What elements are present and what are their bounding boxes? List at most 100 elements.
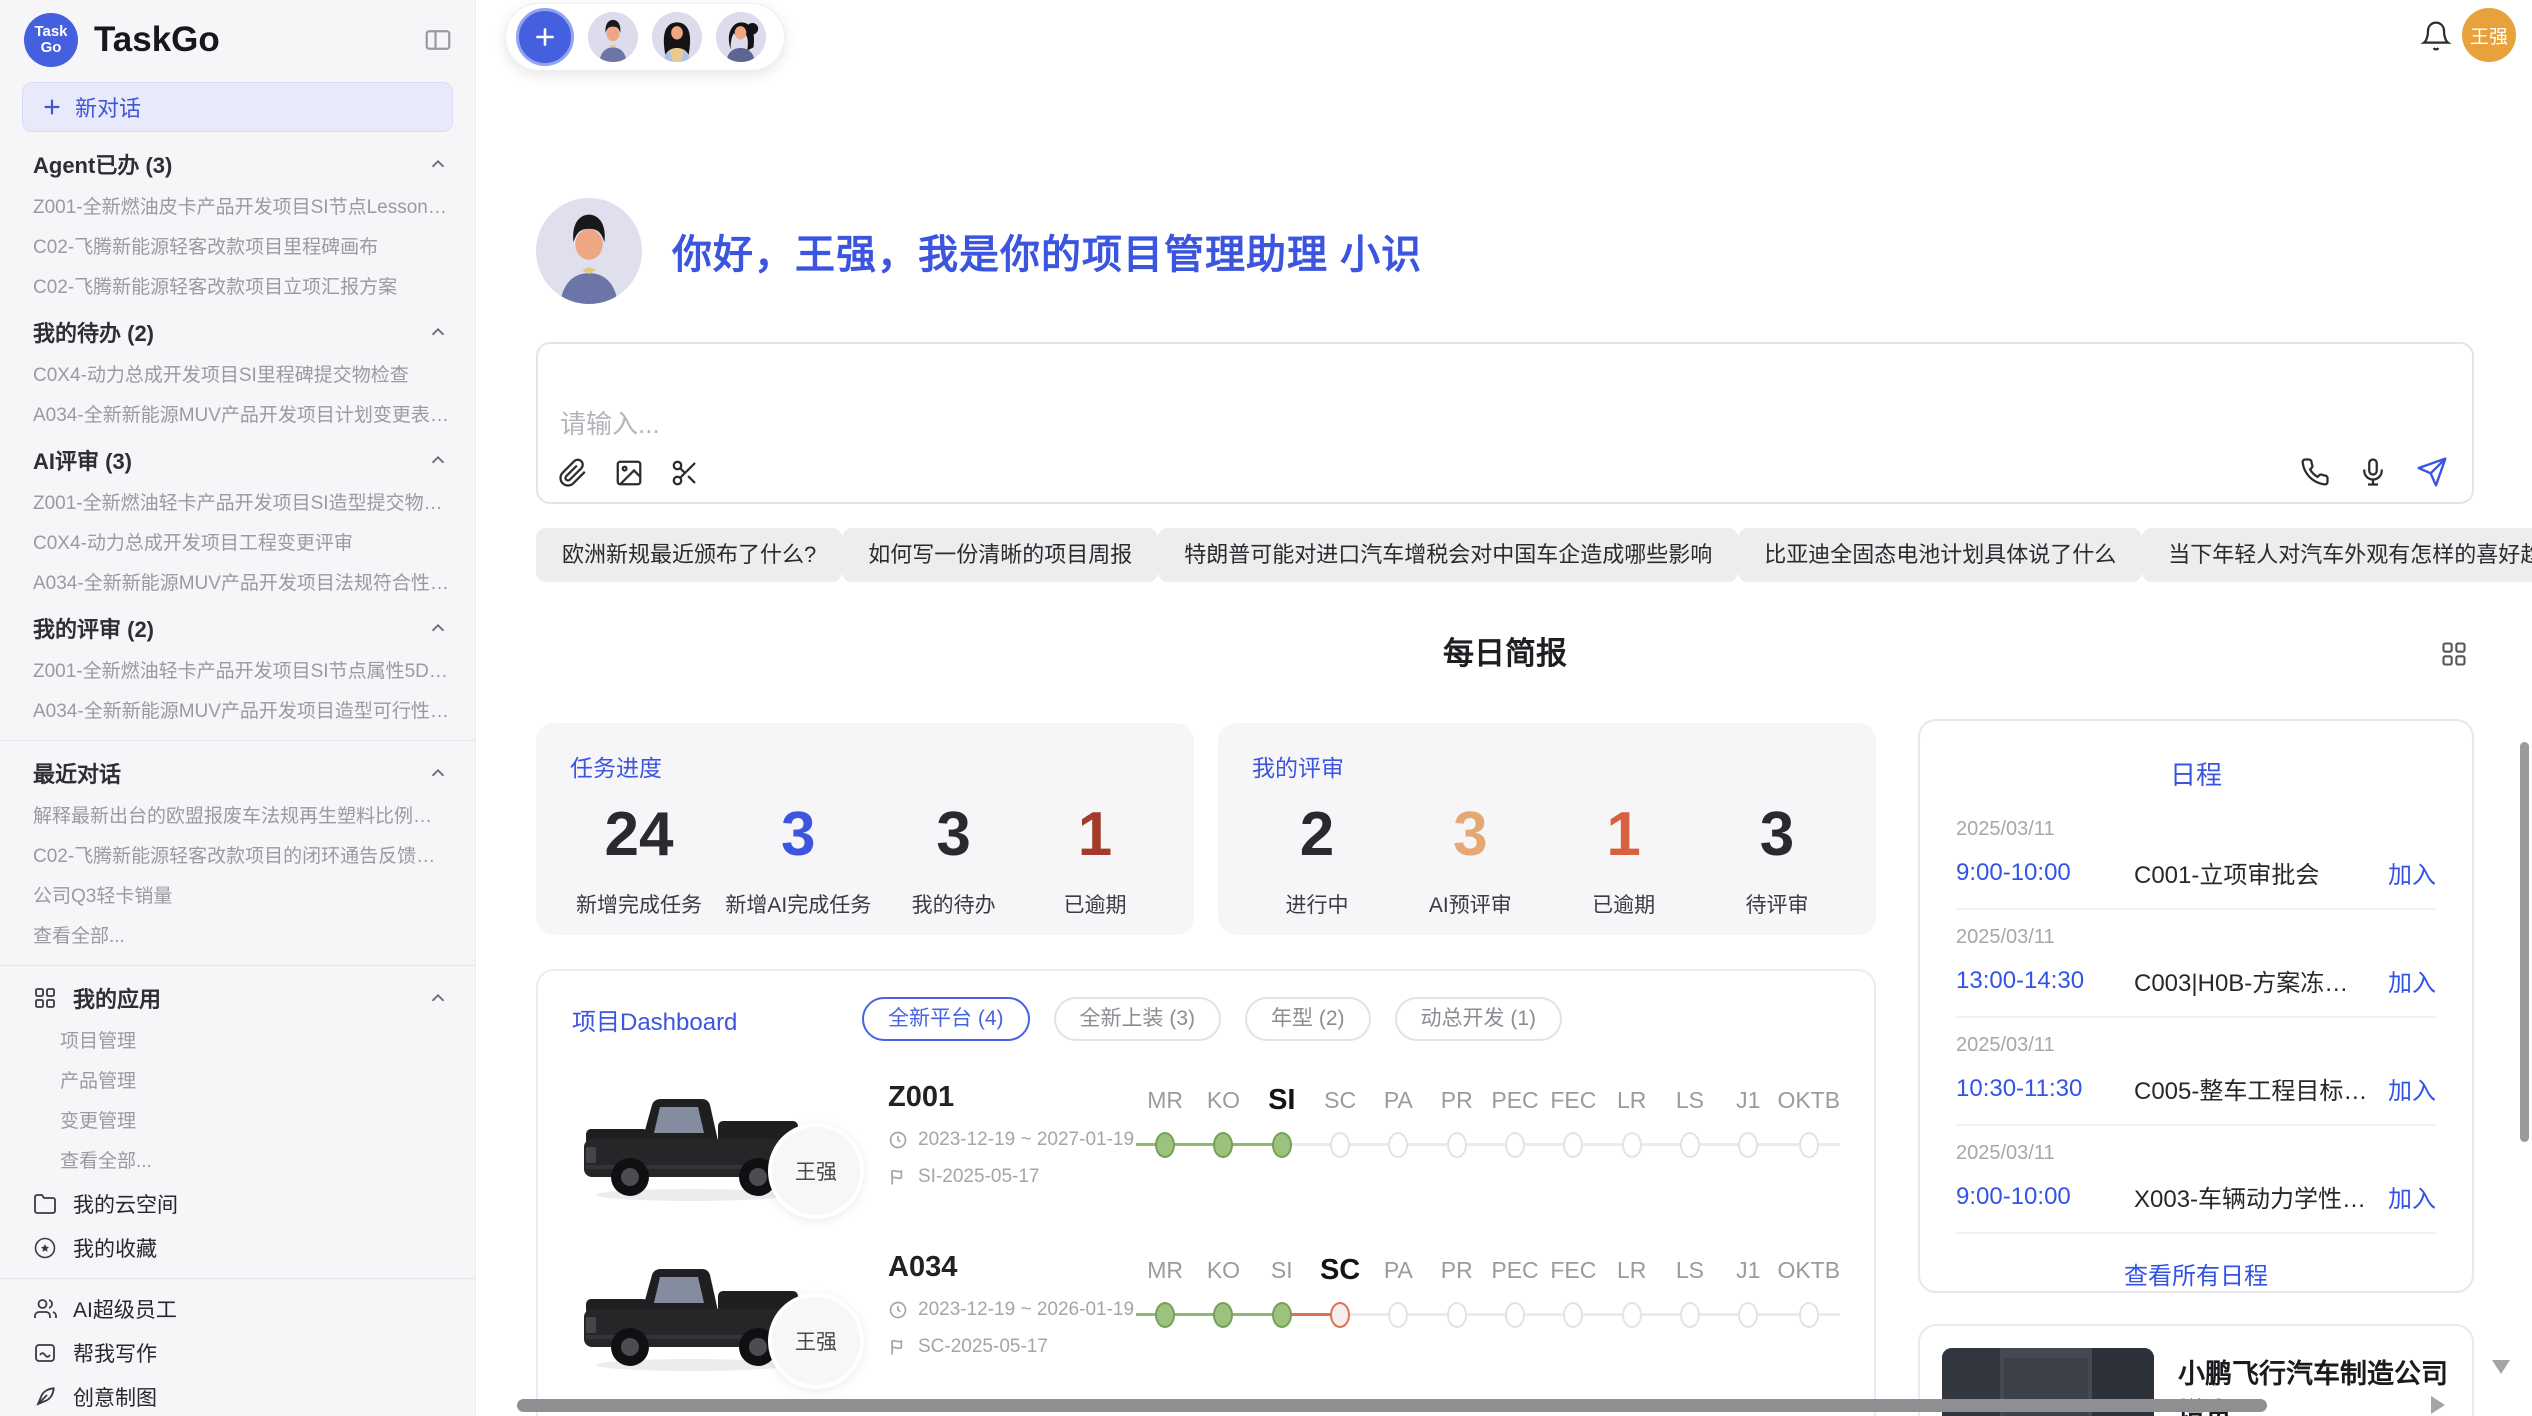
folder-icon [33,1192,57,1216]
milestone-dot-future [1680,1132,1700,1158]
milestone-dot-future [1680,1302,1700,1328]
card-title: 任务进度 [570,749,1160,783]
collapse-sidebar-icon[interactable] [423,25,453,55]
new-chat-button[interactable]: 新对话 [22,82,453,132]
milestone-timeline: MR KO SI SC PA PR PEC FEC LR LS J1 OKTB [1136,1249,1840,1345]
milestone-dot-future [1505,1132,1525,1158]
filter-tab-new-bodywork[interactable]: 全新上装 (3) [1054,997,1222,1041]
owner-name: 王强 [795,1326,837,1356]
stat-label: 我的待办 [895,889,1013,919]
sidebar-task-item[interactable]: A034-全新新能源MUV产品开发项目法规符合性评审 [0,564,475,604]
project-flag: SI-2025-05-17 [888,1166,1136,1188]
scissors-icon[interactable] [670,458,700,488]
milestone-dot-future [1505,1302,1525,1328]
section-header-ai-review[interactable]: AI评审 (3) [0,436,475,484]
recent-chat-item[interactable]: C02-飞腾新能源轻客改款项目的闭环通告反馈情况 [0,837,475,877]
milestone-dot-future [1388,1132,1408,1158]
sidebar-task-item[interactable]: A034-全新新能源MUV产品开发项目造型可行性评审 [0,692,475,732]
app-item-change-mgmt[interactable]: 变更管理 [0,1102,475,1142]
stat-in-progress: 2 进行中 [1258,799,1376,919]
app-item-project-mgmt[interactable]: 项目管理 [0,1022,475,1062]
recent-chat-item[interactable]: 公司Q3轻卡销量 [0,877,475,917]
schedule-event: 2025/03/11 10:30-11:30 C005-整车工程目标评审 加入 [1956,1018,2436,1126]
chevron-up-icon [427,617,449,639]
scroll-right-arrow[interactable] [2431,1396,2445,1414]
sidebar-task-item[interactable]: C0X4-动力总成开发项目工程变更评审 [0,524,475,564]
layout-grid-icon[interactable] [2440,640,2468,668]
composer-placeholder: 请输入... [560,404,660,441]
suggestion-chip[interactable]: 比亚迪全固态电池计划具体说了什么 [1738,528,2142,582]
sidebar-task-item[interactable]: Z001-全新燃油轻卡产品开发项目SI节点属性5D文件评审 [0,652,475,692]
apps-view-all[interactable]: 查看全部... [0,1142,475,1182]
stat-pending-review: 3 待评审 [1718,799,1836,919]
scroll-down-arrow[interactable] [2492,1360,2510,1374]
join-event-link[interactable]: 加入 [2388,963,2436,998]
schedule-event: 2025/03/11 9:00-10:00 X003-车辆动力学性能验... 加… [1956,1126,2436,1234]
event-row: 10:30-11:30 C005-整车工程目标评审 加入 [1956,1071,2436,1106]
recent-chat-item[interactable]: 解释最新出台的欧盟报废车法规再生塑料比例被调至15%... [0,797,475,837]
milestone-oktb: OKTB [1777,1249,1840,1345]
sidebar-task-item[interactable]: Z001-全新燃油皮卡产品开发项目SI节点Lesson Learn报告 [0,188,475,228]
suggestion-chip[interactable]: 当下年轻人对汽车外观有怎样的喜好趋势 [2142,528,2532,582]
milestone-pa: PA [1369,1079,1427,1175]
send-icon[interactable] [2416,456,2448,488]
event-time: 10:30-11:30 [1956,1075,2134,1103]
dashboard-header: 项目Dashboard 全新平台 (4) 全新上装 (3) 年型 (2) 动总开… [572,997,1840,1041]
recent-view-all[interactable]: 查看全部... [0,917,475,957]
milestone-dot-future [1388,1302,1408,1328]
image-icon[interactable] [614,458,644,488]
milestone-dot-future [1447,1132,1467,1158]
section-header-recent-chats[interactable]: 最近对话 [0,749,475,797]
attachment-icon[interactable] [558,458,588,488]
chat-composer[interactable]: 请输入... [536,342,2474,504]
suggestion-chip[interactable]: 特朗普可能对进口汽车增税会对中国车企造成哪些影响 [1158,528,1738,582]
sidebar-task-item[interactable]: C02-飞腾新能源轻客改款项目立项汇报方案 [0,268,475,308]
project-code: Z001 [888,1081,1136,1114]
project-row[interactable]: 王强 Z001 2023-12-19 ~ 2027-01-19 SI-2025-… [572,1077,1840,1211]
filter-tab-powertrain[interactable]: 动总开发 (1) [1395,997,1563,1041]
sidebar-task-item[interactable]: C02-飞腾新能源轻客改款项目里程碑画布 [0,228,475,268]
view-all-schedule-link[interactable]: 查看所有日程 [1956,1234,2436,1293]
stat-value: 3 [1718,799,1836,871]
section-header-agent-done[interactable]: Agent已办 (3) [0,140,475,188]
stat-new-done: 24 新增完成任务 [576,799,702,919]
section-header-my-review[interactable]: 我的评审 (2) [0,604,475,652]
section-header-my-todo[interactable]: 我的待办 (2) [0,308,475,356]
dashboard-filters: 全新平台 (4) 全新上装 (3) 年型 (2) 动总开发 (1) [862,997,1562,1041]
project-flag-text: SI-2025-05-17 [918,1166,1039,1188]
sidebar-task-item[interactable]: Z001-全新燃油轻卡产品开发项目SI造型提交物评审 [0,484,475,524]
suggestion-chip[interactable]: 如何写一份清晰的项目周报 [842,528,1158,582]
event-time: 13:00-14:30 [1956,967,2134,995]
sidebar-item-ai-super-staff[interactable]: AI超级员工 [0,1287,475,1331]
suggestion-chips: 欧洲新规最近颁布了什么? 如何写一份清晰的项目周报 特朗普可能对进口汽车增税会对… [536,528,2474,582]
stat-value: 24 [576,799,702,871]
filter-tab-new-platform[interactable]: 全新平台 (4) [862,997,1030,1041]
sidebar-item-creative-drawing[interactable]: 创意制图 [0,1375,475,1416]
suggestion-chip[interactable]: 欧洲新规最近颁布了什么? [536,528,842,582]
section-header-my-apps[interactable]: 我的应用 [0,974,475,1022]
app-item-product-mgmt[interactable]: 产品管理 [0,1062,475,1102]
vertical-scrollbar[interactable] [2520,742,2529,1142]
join-event-link[interactable]: 加入 [2388,1179,2436,1214]
microphone-icon[interactable] [2358,457,2388,487]
app-root: Task Go TaskGo 新对话 Agent已办 (3) Z001-全新燃油… [0,0,2532,1416]
milestone-pr: PR [1428,1249,1486,1345]
sidebar-item-cloud-space[interactable]: 我的云空间 [0,1182,475,1226]
sidebar-task-item[interactable]: C0X4-动力总成开发项目SI里程碑提交物检查 [0,356,475,396]
stat-overdue: 1 已逾期 [1036,799,1154,919]
horizontal-scrollbar[interactable] [517,1399,2267,1412]
sidebar-task-item[interactable]: A034-全新新能源MUV产品开发项目计划变更表编写 [0,396,475,436]
sidebar-link-label: AI超级员工 [73,1294,177,1324]
project-dates-text: 2023-12-19 ~ 2026-01-19 [918,1299,1134,1321]
sidebar-item-favorites[interactable]: 我的收藏 [0,1226,475,1270]
stat-label: AI预评审 [1411,889,1529,919]
join-event-link[interactable]: 加入 [2388,855,2436,890]
phone-call-icon[interactable] [2300,457,2330,487]
project-info: A034 2023-12-19 ~ 2026-01-19 SC-2025-05-… [888,1247,1136,1358]
sidebar-item-help-me-write[interactable]: 帮我写作 [0,1331,475,1375]
project-row[interactable]: 王强 A034 2023-12-19 ~ 2026-01-19 SC-2025-… [572,1247,1840,1381]
filter-tab-model-year[interactable]: 年型 (2) [1245,997,1371,1041]
milestone-dot-done [1272,1132,1292,1158]
join-event-link[interactable]: 加入 [2388,1071,2436,1106]
logo-text-top: Task [34,24,67,40]
